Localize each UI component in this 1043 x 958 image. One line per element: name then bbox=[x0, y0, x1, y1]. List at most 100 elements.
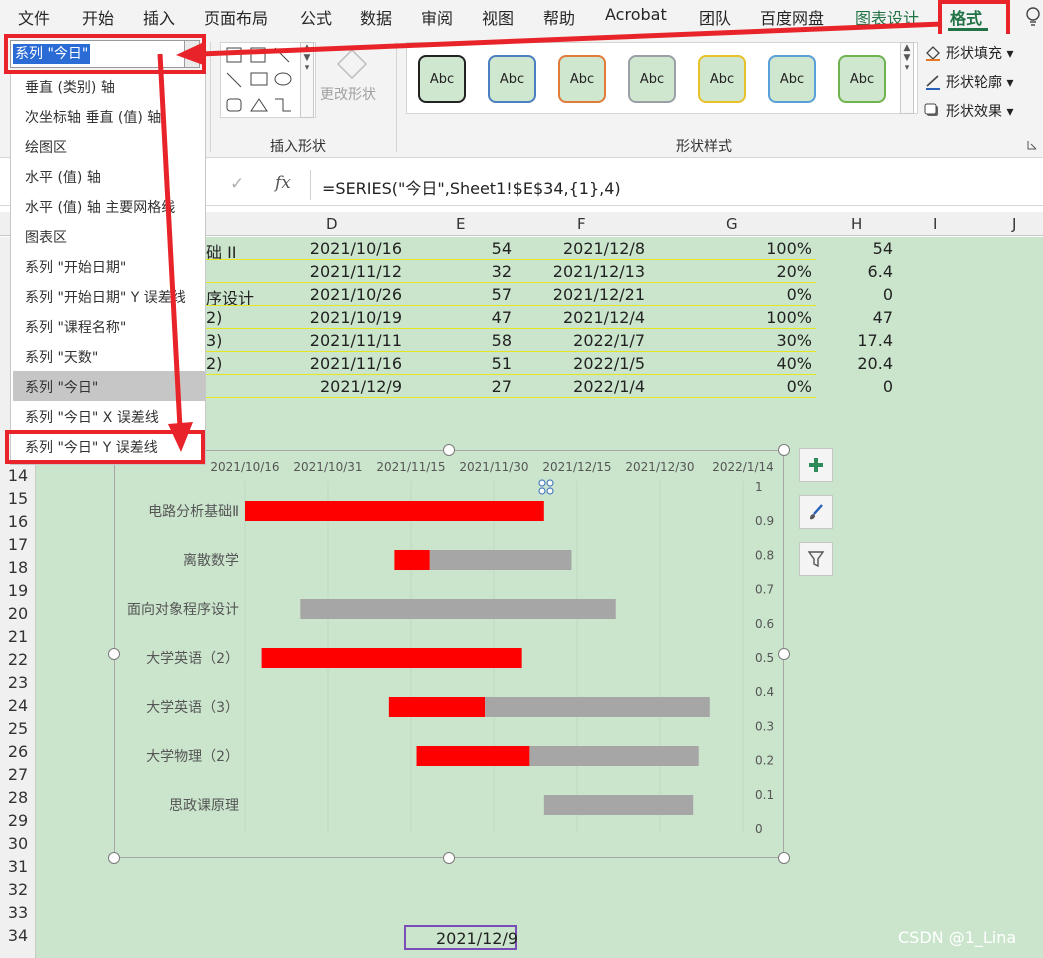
table-cell-f[interactable]: 2021/12/21 bbox=[553, 285, 645, 304]
table-cell-h[interactable]: 54 bbox=[873, 239, 893, 258]
dropdown-item[interactable]: 垂直 (类别) 轴 bbox=[25, 77, 115, 97]
row-header[interactable]: 15 bbox=[0, 489, 36, 508]
table-cell-g[interactable]: 100% bbox=[766, 308, 812, 327]
shape-style-preset-5[interactable]: Abc bbox=[698, 55, 746, 103]
table-cell-h[interactable]: 17.4 bbox=[857, 331, 893, 350]
dropdown-item[interactable]: 次坐标轴 垂直 (值) 轴 bbox=[25, 107, 161, 127]
chart-resize-handle[interactable] bbox=[443, 852, 455, 864]
tab-baidu-netdisk[interactable]: 百度网盘 bbox=[760, 5, 824, 29]
chart-resize-handle[interactable] bbox=[443, 444, 455, 456]
insert-function-icon[interactable]: fx bbox=[275, 173, 291, 193]
change-shape-button[interactable]: 更改形状 bbox=[320, 84, 376, 104]
dropdown-item[interactable]: 水平 (值) 轴 bbox=[25, 167, 101, 187]
chart-elements-button[interactable] bbox=[799, 448, 833, 482]
dropdown-item[interactable]: 系列 "今日" X 误差线 bbox=[25, 407, 159, 427]
tab-acrobat[interactable]: Acrobat bbox=[605, 5, 667, 24]
dropdown-item[interactable]: 系列 "今日" bbox=[25, 377, 98, 397]
selected-cell-e34[interactable]: 2021/12/9 bbox=[404, 925, 518, 950]
table-cell-d[interactable]: 2021/10/19 bbox=[310, 308, 402, 327]
tab-team[interactable]: 团队 bbox=[699, 5, 731, 29]
tab-formulas[interactable]: 公式 bbox=[300, 5, 332, 29]
tab-insert[interactable]: 插入 bbox=[143, 5, 175, 29]
table-cell-e[interactable]: 58 bbox=[492, 331, 512, 350]
table-cell-f[interactable]: 2022/1/5 bbox=[573, 354, 645, 373]
row-header[interactable]: 21 bbox=[0, 627, 36, 646]
column-header-j[interactable]: J bbox=[1012, 215, 1016, 233]
lightbulb-icon[interactable] bbox=[1024, 6, 1042, 28]
tab-chart-design[interactable]: 图表设计 bbox=[855, 5, 919, 29]
table-cell-d[interactable]: 2021/12/9 bbox=[320, 377, 402, 396]
enter-icon[interactable]: ✓ bbox=[230, 174, 244, 194]
row-header[interactable]: 14 bbox=[0, 466, 36, 485]
dropdown-item[interactable]: 系列 "开始日期" Y 误差线 bbox=[25, 287, 186, 307]
chart-resize-handle[interactable] bbox=[108, 852, 120, 864]
dropdown-item[interactable]: 水平 (值) 轴 主要网格线 bbox=[25, 197, 175, 217]
row-header[interactable]: 24 bbox=[0, 696, 36, 715]
tab-view[interactable]: 视图 bbox=[482, 5, 514, 29]
row-header[interactable]: 22 bbox=[0, 650, 36, 669]
row-header[interactable]: 28 bbox=[0, 788, 36, 807]
table-cell-d[interactable]: 2021/10/26 bbox=[310, 285, 402, 304]
table-cell-c[interactable]: 2) bbox=[206, 354, 222, 373]
column-header-f[interactable]: F bbox=[577, 215, 586, 233]
table-cell-d[interactable]: 2021/11/12 bbox=[310, 262, 402, 281]
row-header[interactable]: 16 bbox=[0, 512, 36, 531]
dialog-launcher-icon[interactable] bbox=[1027, 140, 1037, 150]
chart-filters-button[interactable] bbox=[799, 542, 833, 576]
table-cell-g[interactable]: 40% bbox=[776, 354, 812, 373]
row-header[interactable]: 23 bbox=[0, 673, 36, 692]
table-cell-g[interactable]: 20% bbox=[776, 262, 812, 281]
table-cell-e[interactable]: 47 bbox=[492, 308, 512, 327]
row-header[interactable]: 30 bbox=[0, 834, 36, 853]
row-header[interactable]: 25 bbox=[0, 719, 36, 738]
table-cell-f[interactable]: 2021/12/8 bbox=[563, 239, 645, 258]
row-header[interactable]: 18 bbox=[0, 558, 36, 577]
chart-styles-button[interactable] bbox=[799, 495, 833, 529]
shape-styles-scroll[interactable]: ▲ ▼ ▾ bbox=[900, 42, 914, 114]
change-shape-icon[interactable] bbox=[330, 46, 380, 86]
shape-effects-button[interactable]: 形状效果 ▾ bbox=[924, 101, 1013, 121]
table-cell-d[interactable]: 2021/11/16 bbox=[310, 354, 402, 373]
table-cell-g[interactable]: 0% bbox=[787, 377, 812, 396]
dropdown-item[interactable]: 系列 "天数" bbox=[25, 347, 98, 367]
row-header[interactable]: 17 bbox=[0, 535, 36, 554]
table-cell-f[interactable]: 2021/12/4 bbox=[563, 308, 645, 327]
shape-style-preset-2[interactable]: Abc bbox=[488, 55, 536, 103]
table-cell-g[interactable]: 30% bbox=[776, 331, 812, 350]
table-cell-e[interactable]: 51 bbox=[492, 354, 512, 373]
row-header[interactable]: 31 bbox=[0, 857, 36, 876]
tab-review[interactable]: 审阅 bbox=[421, 5, 453, 29]
tab-home[interactable]: 开始 bbox=[82, 5, 114, 29]
table-cell-g[interactable]: 0% bbox=[787, 285, 812, 304]
shape-style-preset-1[interactable]: Abc bbox=[418, 55, 466, 103]
chart-resize-handle[interactable] bbox=[108, 648, 120, 660]
shape-style-preset-3[interactable]: Abc bbox=[558, 55, 606, 103]
table-cell-h[interactable]: 0 bbox=[883, 285, 893, 304]
table-cell-h[interactable]: 20.4 bbox=[857, 354, 893, 373]
row-header[interactable]: 26 bbox=[0, 742, 36, 761]
chart-resize-handle[interactable] bbox=[778, 852, 790, 864]
table-cell-f[interactable]: 2021/12/13 bbox=[553, 262, 645, 281]
table-cell-f[interactable]: 2022/1/4 bbox=[573, 377, 645, 396]
column-header-i[interactable]: I bbox=[933, 215, 937, 233]
shape-fill-button[interactable]: 形状填充 ▾ bbox=[924, 43, 1013, 63]
shape-style-preset-4[interactable]: Abc bbox=[628, 55, 676, 103]
dropdown-item[interactable]: 图表区 bbox=[25, 227, 67, 247]
row-header[interactable]: 32 bbox=[0, 880, 36, 899]
table-cell-e[interactable]: 27 bbox=[492, 377, 512, 396]
row-header[interactable]: 33 bbox=[0, 903, 36, 922]
tab-page-layout[interactable]: 页面布局 bbox=[204, 5, 268, 29]
row-header[interactable]: 29 bbox=[0, 811, 36, 830]
shape-style-preset-7[interactable]: Abc bbox=[838, 55, 886, 103]
table-cell-e[interactable]: 32 bbox=[492, 262, 512, 281]
table-cell-c[interactable]: 3) bbox=[206, 331, 222, 350]
tab-data[interactable]: 数据 bbox=[360, 5, 392, 29]
row-header[interactable]: 20 bbox=[0, 604, 36, 623]
table-cell-d[interactable]: 2021/10/16 bbox=[310, 239, 402, 258]
table-cell-e[interactable]: 57 bbox=[492, 285, 512, 304]
gantt-chart[interactable]: 2021/10/16 2021/10/31 2021/11/15 2021/11/30… bbox=[114, 450, 784, 858]
dropdown-item[interactable]: 系列 "开始日期" bbox=[25, 257, 126, 277]
column-header-d[interactable]: D bbox=[326, 215, 338, 233]
shape-outline-button[interactable]: 形状轮廓 ▾ bbox=[924, 72, 1013, 92]
shape-style-preset-6[interactable]: Abc bbox=[768, 55, 816, 103]
